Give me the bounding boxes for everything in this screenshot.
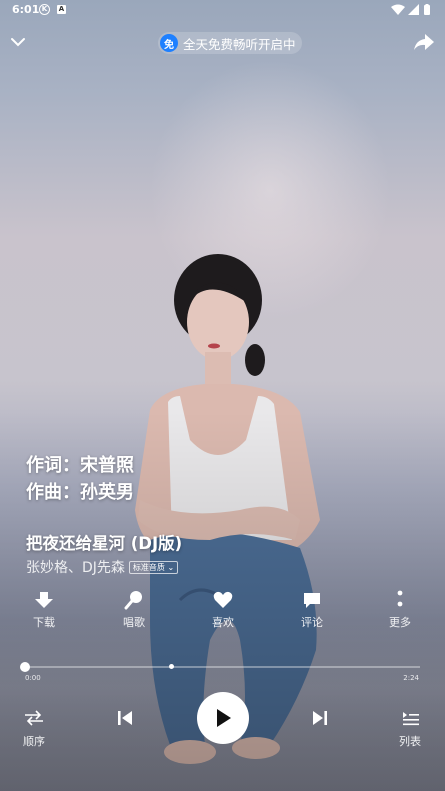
sing-label: 唱歌	[123, 616, 145, 629]
download-label: 下载	[33, 616, 55, 629]
download-button[interactable]: 下载	[14, 590, 74, 630]
more-button[interactable]: 更多	[370, 590, 430, 630]
song-artists[interactable]: 张妙格、DJ先森	[26, 557, 125, 577]
comment-icon	[304, 593, 320, 608]
k-app-icon: K	[39, 4, 50, 15]
next-icon[interactable]	[312, 710, 328, 726]
status-time: 6:01	[12, 3, 40, 16]
status-icons	[391, 4, 430, 15]
more-label: 更多	[389, 616, 411, 629]
quality-selector[interactable]: 标准音质 ⌄	[128, 560, 179, 574]
free-badge-icon: 免	[160, 34, 178, 52]
quality-label: 标准音质	[132, 562, 165, 572]
playlist-icon	[403, 712, 419, 726]
microphone-icon	[124, 591, 142, 610]
buffer-marker	[168, 664, 174, 669]
free-listening-banner[interactable]: 免 全天免费畅听开启中	[158, 32, 302, 54]
sing-button[interactable]: 唱歌	[104, 590, 164, 630]
current-time: 0:00	[25, 674, 41, 682]
previous-icon[interactable]	[117, 710, 133, 726]
play-icon	[217, 709, 231, 727]
like-label: 喜欢	[212, 616, 234, 629]
progress-track[interactable]	[25, 666, 420, 668]
song-info: 把夜还给星河 (DJ版) 张妙格、DJ先森 标准音质 ⌄	[26, 530, 182, 577]
status-bar: 6:01 K A	[0, 0, 445, 22]
top-bar: 免 全天免费畅听开启中	[0, 30, 445, 56]
signal-icon	[408, 4, 419, 15]
heart-icon	[213, 591, 233, 608]
playback-controls: 顺序 列表	[0, 692, 445, 752]
wifi-icon	[391, 4, 405, 15]
song-credits: 作词：宋普照 作曲：孙英男	[26, 452, 134, 506]
share-icon[interactable]	[413, 32, 435, 52]
playlist-button[interactable]: 列表	[398, 710, 422, 749]
a-app-icon: A	[57, 5, 66, 14]
comment-label: 评论	[301, 616, 323, 629]
progress-bar[interactable]: 0:00 2:24	[0, 660, 445, 684]
playlist-label: 列表	[399, 735, 421, 748]
play-button[interactable]	[197, 692, 249, 744]
like-button[interactable]: 喜欢	[193, 590, 253, 630]
progress-thumb[interactable]	[20, 662, 30, 672]
total-duration: 2:24	[403, 674, 419, 682]
play-mode-button[interactable]: 顺序	[22, 710, 46, 749]
play-mode-label: 顺序	[23, 735, 45, 748]
more-icon	[397, 590, 403, 607]
download-icon	[35, 592, 53, 608]
song-title: 把夜还给星河 (DJ版)	[26, 534, 183, 553]
lyricist-line: 作词：宋普照	[26, 455, 134, 476]
composer-line: 作曲：孙英男	[26, 482, 134, 503]
battery-icon	[424, 5, 430, 15]
comment-button[interactable]: 评论	[282, 590, 342, 630]
free-listening-text: 全天免费畅听开启中	[183, 36, 296, 52]
action-bar: 下载 唱歌 喜欢 评论 更多	[0, 590, 445, 630]
chevron-down-icon[interactable]	[8, 32, 28, 52]
order-icon	[25, 710, 43, 726]
